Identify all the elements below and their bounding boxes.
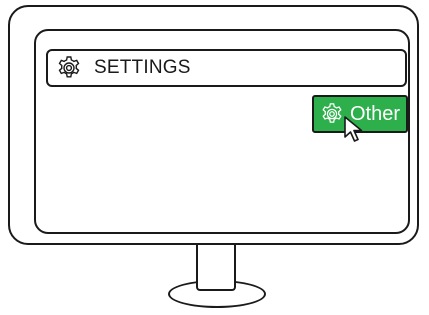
monitor-stand-neck <box>196 243 236 291</box>
gear-icon <box>56 55 82 81</box>
settings-title-bar: SETTINGS <box>46 49 407 87</box>
illustration: SETTINGS Other <box>0 0 429 315</box>
gear-icon <box>320 102 344 126</box>
settings-title: SETTINGS <box>94 57 191 78</box>
arrow-cursor-icon <box>343 115 367 145</box>
